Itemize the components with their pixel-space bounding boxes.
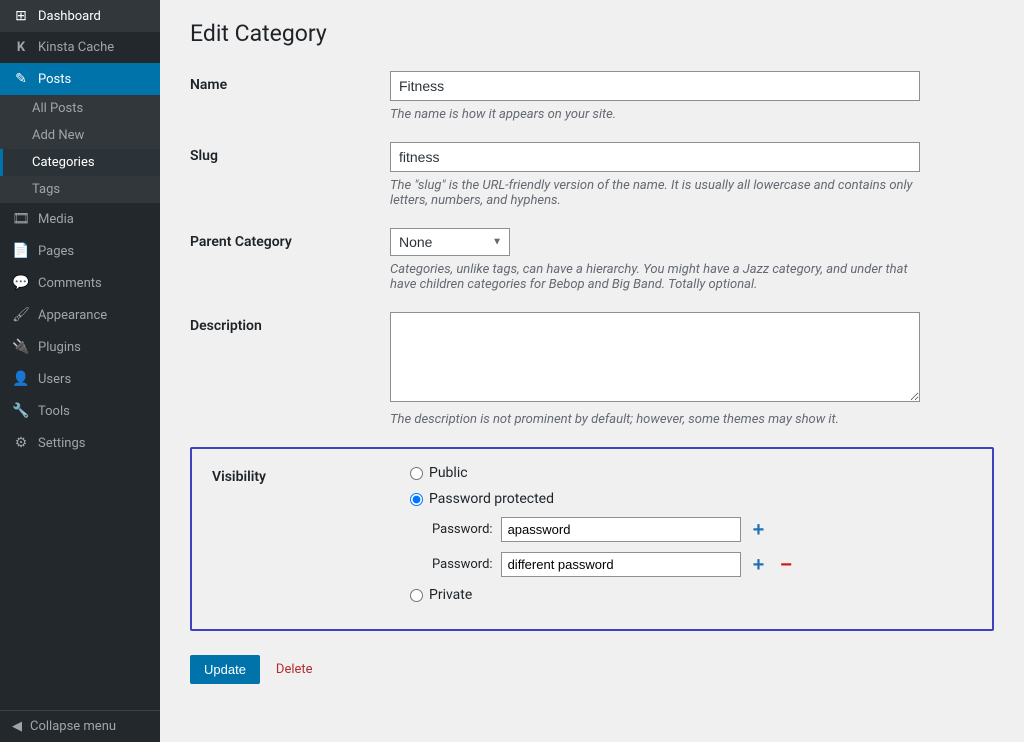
visibility-box: Visibility Public Password protected Pas…: [190, 447, 994, 631]
parent-row: Parent Category None ▼ Categories, unlik…: [190, 228, 994, 292]
visibility-password-label: Password protected: [429, 491, 554, 507]
description-row: Description The description is not promi…: [190, 312, 994, 427]
sidebar-item-posts[interactable]: ✎ Posts: [0, 63, 160, 95]
password2-input[interactable]: [501, 552, 741, 577]
plugins-icon: 🔌: [12, 339, 30, 355]
password2-remove-button[interactable]: −: [776, 555, 796, 575]
description-textarea[interactable]: [390, 312, 920, 402]
description-label: Description: [190, 312, 390, 334]
tools-icon: 🔧: [12, 403, 30, 419]
sidebar-item-tools[interactable]: 🔧 Tools: [0, 395, 160, 427]
sidebar-item-users[interactable]: 👤 Users: [0, 363, 160, 395]
posts-submenu: All Posts Add New Categories Tags: [0, 95, 160, 203]
name-description: The name is how it appears on your site.: [390, 107, 920, 122]
sidebar: ⊞ Dashboard K Kinsta Cache ✎ Posts All P…: [0, 0, 160, 742]
visibility-private-radio[interactable]: [410, 589, 423, 602]
slug-description: The "slug" is the URL-friendly version o…: [390, 178, 920, 208]
appearance-icon: 🖌: [12, 307, 30, 323]
sidebar-item-media[interactable]: 🎞 Media: [0, 203, 160, 235]
description-field-container: The description is not prominent by defa…: [390, 312, 994, 427]
media-icon: 🎞: [12, 211, 30, 227]
slug-label: Slug: [190, 142, 390, 164]
comments-icon: 💬: [12, 275, 30, 291]
main-content: Edit Category Name The name is how it ap…: [160, 0, 1024, 742]
parent-select[interactable]: None: [390, 228, 510, 256]
visibility-private-row: Private: [410, 587, 972, 603]
action-row: Update Delete: [190, 655, 994, 684]
settings-icon: ⚙: [12, 435, 30, 451]
visibility-label: Visibility: [212, 465, 410, 485]
sidebar-item-appearance[interactable]: 🖌 Appearance: [0, 299, 160, 331]
delete-button[interactable]: Delete: [276, 662, 313, 677]
password1-row: Password: +: [432, 517, 972, 542]
users-icon: 👤: [12, 371, 30, 387]
sidebar-item-pages[interactable]: 📄 Pages: [0, 235, 160, 267]
sidebar-item-plugins[interactable]: 🔌 Plugins: [0, 331, 160, 363]
password2-add-button[interactable]: +: [749, 555, 769, 575]
name-field-container: The name is how it appears on your site.: [390, 71, 994, 122]
parent-field-container: None ▼ Categories, unlike tags, can have…: [390, 228, 994, 292]
pages-icon: 📄: [12, 243, 30, 259]
sidebar-item-comments[interactable]: 💬 Comments: [0, 267, 160, 299]
visibility-public-radio[interactable]: [410, 467, 423, 480]
description-note: The description is not prominent by defa…: [390, 412, 920, 427]
visibility-private-label: Private: [429, 587, 472, 603]
slug-field-container: The "slug" is the URL-friendly version o…: [390, 142, 994, 208]
name-input[interactable]: [390, 71, 920, 101]
sidebar-submenu-add-new[interactable]: Add New: [0, 122, 160, 149]
visibility-public-row: Public: [410, 465, 972, 481]
visibility-password-radio[interactable]: [410, 493, 423, 506]
visibility-options: Public Password protected Password: + Pa…: [410, 465, 972, 613]
slug-input[interactable]: [390, 142, 920, 172]
parent-select-wrap: None ▼: [390, 228, 510, 256]
password1-add-button[interactable]: +: [749, 520, 769, 540]
sidebar-submenu-all-posts[interactable]: All Posts: [0, 95, 160, 122]
slug-row: Slug The "slug" is the URL-friendly vers…: [190, 142, 994, 208]
password1-input[interactable]: [501, 517, 741, 542]
visibility-public-label: Public: [429, 465, 468, 481]
sidebar-submenu-categories[interactable]: Categories: [0, 149, 160, 176]
password2-row: Password: + −: [432, 552, 972, 577]
parent-label: Parent Category: [190, 228, 390, 250]
dashboard-icon: ⊞: [12, 8, 30, 24]
collapse-icon: ◀: [12, 719, 22, 734]
password2-label: Password:: [432, 557, 493, 572]
name-label: Name: [190, 71, 390, 93]
posts-icon: ✎: [12, 71, 30, 87]
collapse-menu[interactable]: ◀ Collapse menu: [0, 710, 160, 742]
sidebar-item-settings[interactable]: ⚙ Settings: [0, 427, 160, 459]
sidebar-submenu-tags[interactable]: Tags: [0, 176, 160, 203]
sidebar-item-kinsta-cache[interactable]: K Kinsta Cache: [0, 32, 160, 63]
sidebar-item-dashboard[interactable]: ⊞ Dashboard: [0, 0, 160, 32]
update-button[interactable]: Update: [190, 655, 260, 684]
password1-label: Password:: [432, 522, 493, 537]
visibility-password-row: Password protected: [410, 491, 972, 507]
name-row: Name The name is how it appears on your …: [190, 71, 994, 122]
parent-description: Categories, unlike tags, can have a hier…: [390, 262, 920, 292]
page-title: Edit Category: [190, 20, 994, 47]
kinsta-icon: K: [12, 40, 30, 55]
